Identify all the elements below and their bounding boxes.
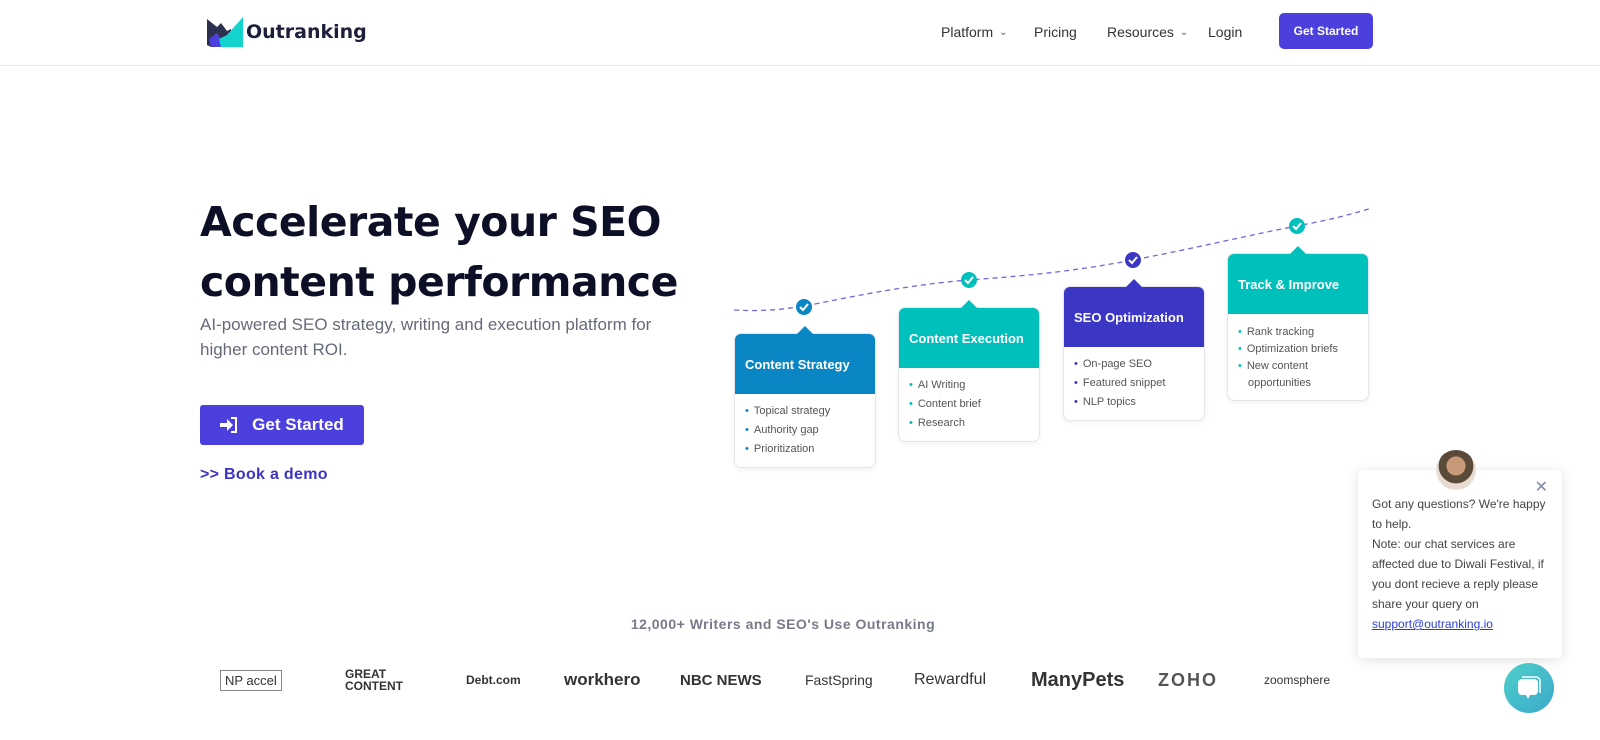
- step-card-content-execution: Content Execution AI WritingContent brie…: [898, 300, 1040, 442]
- logo-text: NP accel: [220, 669, 282, 691]
- logo-debt: Debt.com: [466, 668, 521, 692]
- logo-text: GREAT CONTENT: [345, 667, 403, 693]
- logo-nbc-news: NBC NEWS: [680, 668, 762, 692]
- step-item: AI Writing: [909, 376, 1031, 395]
- support-email-link[interactable]: support@outranking.io: [1372, 617, 1493, 631]
- close-icon[interactable]: ✕: [1535, 478, 1548, 498]
- check-icon: [796, 299, 812, 315]
- social-proof-tagline: 12,000+ Writers and SEO's Use Outranking: [630, 616, 936, 632]
- logo-text: FastSpring: [805, 672, 873, 688]
- step-item: Topical strategy: [745, 402, 867, 421]
- chat-message: Got any questions? We're happy to help.: [1372, 497, 1546, 531]
- logo-text: NBC NEWS: [680, 671, 762, 689]
- step-title: Content Execution: [899, 300, 1039, 368]
- logo-fastspring: FastSpring: [805, 668, 873, 692]
- logo-text: Rewardful: [914, 671, 987, 688]
- step-item: Prioritization: [745, 440, 867, 459]
- check-icon: [1125, 252, 1141, 268]
- logo-great-content: GREAT CONTENT: [345, 668, 405, 692]
- logo-text: Debt.com: [466, 673, 521, 687]
- chat-popup: ✕ Got any questions? We're happy to help…: [1358, 470, 1562, 658]
- step-item: Content brief: [909, 395, 1031, 414]
- step-card-track-improve: Track & Improve Rank trackingOptimizatio…: [1227, 246, 1369, 401]
- support-agent-avatar: [1436, 450, 1476, 490]
- step-item: Authority gap: [745, 421, 867, 440]
- logo-text: ZOHO: [1158, 669, 1218, 690]
- chat-bubble-icon: [1518, 676, 1541, 699]
- check-icon: [1289, 218, 1305, 234]
- step-item: Optimization briefs: [1238, 341, 1360, 358]
- logo-rewardful: Rewardful: [914, 668, 986, 692]
- step-title: Track & Improve: [1228, 246, 1368, 314]
- logo-text: ManyPets: [1031, 668, 1125, 691]
- chat-launcher-button[interactable]: [1504, 663, 1554, 713]
- step-item: New content opportunities: [1238, 358, 1360, 392]
- step-title: Content Strategy: [735, 326, 875, 394]
- logo-zoho: ZOHO: [1158, 668, 1218, 692]
- check-icon: [961, 272, 977, 288]
- step-card-content-strategy: Content Strategy Topical strategyAuthori…: [734, 326, 876, 468]
- logo-npaccel: NP accel: [220, 668, 282, 692]
- logo-text: workhero: [564, 670, 641, 689]
- step-item: NLP topics: [1074, 393, 1196, 412]
- logo-manypets: ManyPets: [1031, 668, 1124, 692]
- logo-zoomsphere: zoomsphere: [1264, 668, 1330, 692]
- chat-note: Note: our chat services are affected due…: [1372, 537, 1544, 611]
- step-item: On-page SEO: [1074, 355, 1196, 374]
- step-card-seo-optimization: SEO Optimization On-page SEOFeatured sni…: [1063, 279, 1205, 421]
- step-item: Rank tracking: [1238, 324, 1360, 341]
- logo-text: zoomsphere: [1264, 673, 1331, 687]
- step-item: Research: [909, 414, 1031, 433]
- logo-workhero: workhero: [564, 668, 641, 692]
- step-title: SEO Optimization: [1064, 279, 1204, 347]
- step-item: Featured snippet: [1074, 374, 1196, 393]
